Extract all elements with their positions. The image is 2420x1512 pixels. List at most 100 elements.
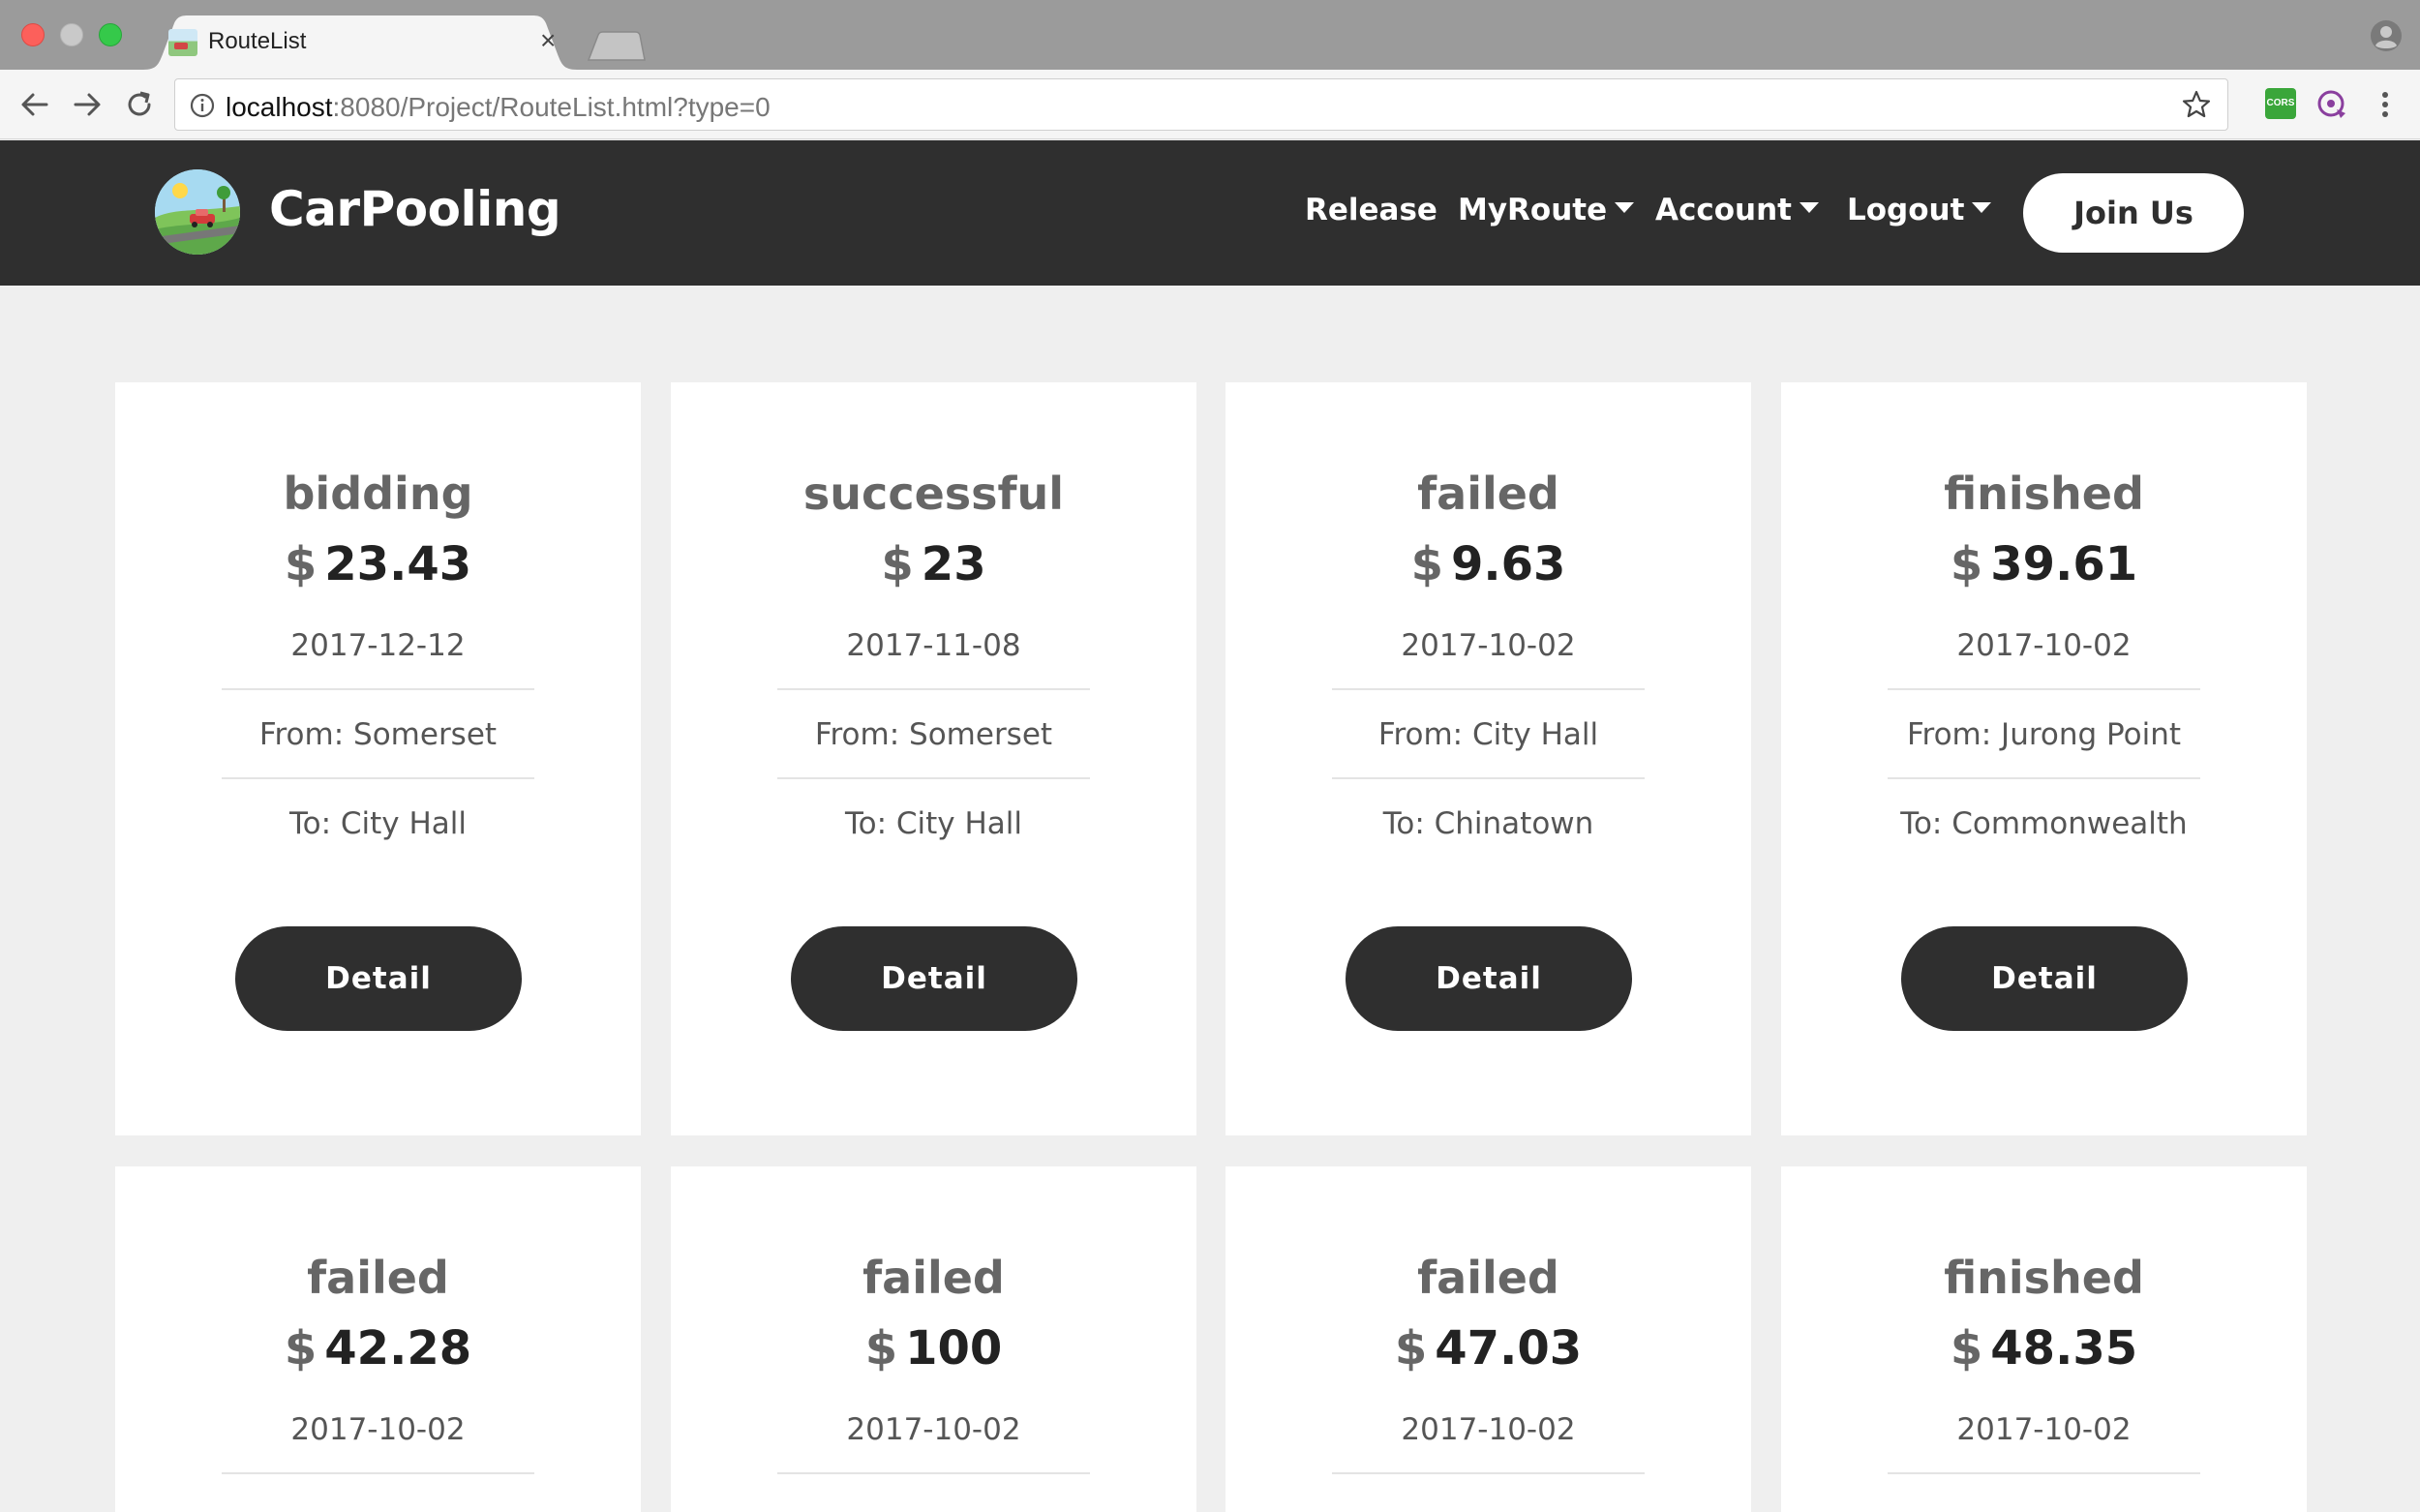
route-price: $42.28 bbox=[115, 1321, 641, 1376]
currency-symbol: $ bbox=[1950, 1321, 1983, 1376]
route-price: $48.35 bbox=[1781, 1321, 2307, 1376]
route-status: failed bbox=[862, 1252, 1005, 1304]
info-icon[interactable] bbox=[189, 92, 216, 119]
forward-arrow-icon[interactable] bbox=[70, 87, 105, 122]
divider bbox=[222, 777, 534, 779]
route-card: failed $47.03 2017-10-02 bbox=[1225, 1166, 1751, 1512]
route-price: $9.63 bbox=[1225, 537, 1751, 591]
route-to: To: City Hall bbox=[844, 806, 1023, 841]
currency-symbol: $ bbox=[864, 1321, 898, 1376]
site-header: CarPooling Release MyRoute Account Logou… bbox=[0, 140, 2420, 286]
divider bbox=[1332, 688, 1645, 690]
route-status: failed bbox=[1417, 468, 1559, 520]
currency-symbol: $ bbox=[284, 1321, 318, 1376]
route-status: successful bbox=[802, 468, 1065, 520]
carpooling-logo[interactable] bbox=[155, 169, 240, 255]
maximize-window-button[interactable] bbox=[99, 23, 122, 46]
price-value: 9.63 bbox=[1450, 537, 1566, 591]
route-to: To: City Hall bbox=[288, 806, 468, 841]
detail-button[interactable]: Detail bbox=[1901, 926, 2188, 1031]
detail-button[interactable]: Detail bbox=[235, 926, 522, 1031]
currency-symbol: $ bbox=[881, 537, 914, 591]
tab-favicon-icon bbox=[168, 29, 197, 56]
nav-account-label: Account bbox=[1655, 193, 1792, 227]
route-status: finished bbox=[1944, 1252, 2144, 1304]
price-value: 23.43 bbox=[324, 537, 472, 591]
browser-menu-icon[interactable] bbox=[2374, 87, 2397, 122]
divider bbox=[1888, 777, 2200, 779]
route-card: failed $100 2017-10-02 bbox=[671, 1166, 1196, 1512]
price-value: 23 bbox=[921, 537, 986, 591]
caret-down-icon bbox=[1972, 202, 1992, 213]
currency-symbol: $ bbox=[284, 537, 318, 591]
price-value: 42.28 bbox=[324, 1321, 472, 1376]
url-path: :8080/Project/RouteList.html?type=0 bbox=[332, 92, 771, 122]
price-value: 48.35 bbox=[1990, 1321, 2138, 1376]
route-to: To: Commonwealth bbox=[1900, 806, 2188, 841]
route-card: finished $39.61 2017-10-02 From: Jurong … bbox=[1781, 382, 2307, 1135]
join-us-button[interactable]: Join Us bbox=[2023, 173, 2244, 253]
nav-release[interactable]: Release bbox=[1305, 193, 1437, 227]
caret-down-icon bbox=[1615, 202, 1635, 213]
tab-title: RouteList bbox=[208, 28, 307, 54]
route-date: 2017-10-02 bbox=[1401, 1412, 1576, 1447]
nav-myroute-label: MyRoute bbox=[1458, 193, 1608, 227]
route-from: From: Somerset bbox=[814, 717, 1053, 752]
nav-myroute[interactable]: MyRoute bbox=[1458, 193, 1635, 227]
new-tab-button[interactable] bbox=[587, 31, 647, 62]
price-value: 47.03 bbox=[1435, 1321, 1583, 1376]
route-status: failed bbox=[307, 1252, 449, 1304]
route-date: 2017-11-08 bbox=[846, 628, 1021, 663]
route-to: To: Chinatown bbox=[1382, 806, 1594, 841]
nav-logout[interactable]: Logout bbox=[1847, 193, 1992, 227]
route-from: From: Jurong Point bbox=[1906, 717, 2182, 752]
route-price: $23.43 bbox=[115, 537, 641, 591]
divider bbox=[222, 1472, 534, 1474]
route-date: 2017-12-12 bbox=[290, 628, 466, 663]
route-status: bidding bbox=[283, 468, 473, 520]
route-date: 2017-10-02 bbox=[290, 1412, 466, 1447]
minimize-window-button[interactable] bbox=[60, 23, 83, 46]
tab-close-icon[interactable]: × bbox=[540, 25, 556, 56]
detail-button[interactable]: Detail bbox=[1346, 926, 1632, 1031]
divider bbox=[777, 777, 1090, 779]
route-card: bidding $23.43 2017-12-12 From: Somerset… bbox=[115, 382, 641, 1135]
route-date: 2017-10-02 bbox=[846, 1412, 1021, 1447]
currency-symbol: $ bbox=[1394, 1321, 1428, 1376]
divider bbox=[777, 688, 1090, 690]
browser-toolbar: localhost:8080/Project/RouteList.html?ty… bbox=[0, 70, 2420, 139]
route-date: 2017-10-02 bbox=[1401, 628, 1576, 663]
extension-icon[interactable] bbox=[2315, 88, 2348, 121]
route-price: $100 bbox=[671, 1321, 1196, 1376]
divider bbox=[222, 688, 534, 690]
price-value: 39.61 bbox=[1990, 537, 2138, 591]
address-bar[interactable]: localhost:8080/Project/RouteList.html?ty… bbox=[174, 78, 2228, 131]
profile-icon[interactable] bbox=[2370, 19, 2403, 52]
brand-name[interactable]: CarPooling bbox=[269, 181, 561, 237]
route-price: $23 bbox=[671, 537, 1196, 591]
route-price: $47.03 bbox=[1225, 1321, 1751, 1376]
close-window-button[interactable] bbox=[21, 23, 45, 46]
route-card: failed $9.63 2017-10-02 From: City Hall … bbox=[1225, 382, 1751, 1135]
route-date: 2017-10-02 bbox=[1956, 628, 2132, 663]
route-from: From: Somerset bbox=[258, 717, 498, 752]
route-card: successful $23 2017-11-08 From: Somerset… bbox=[671, 382, 1196, 1135]
route-status: failed bbox=[1417, 1252, 1559, 1304]
cors-extension-icon[interactable]: CORS bbox=[2265, 88, 2296, 119]
divider bbox=[777, 1472, 1090, 1474]
route-card: failed $42.28 2017-10-02 bbox=[115, 1166, 641, 1512]
logo-landscape-icon bbox=[155, 169, 240, 255]
nav-account[interactable]: Account bbox=[1655, 193, 1819, 227]
nav-logout-label: Logout bbox=[1847, 193, 1965, 227]
reload-icon[interactable] bbox=[122, 87, 157, 122]
bookmark-star-icon[interactable] bbox=[2181, 89, 2212, 120]
route-price: $39.61 bbox=[1781, 537, 2307, 591]
divider bbox=[1888, 688, 2200, 690]
browser-tab-strip: RouteList × bbox=[0, 0, 2420, 70]
route-from: From: City Hall bbox=[1377, 717, 1599, 752]
back-arrow-icon[interactable] bbox=[17, 87, 52, 122]
divider bbox=[1888, 1472, 2200, 1474]
detail-button[interactable]: Detail bbox=[791, 926, 1077, 1031]
url-text[interactable]: localhost:8080/Project/RouteList.html?ty… bbox=[226, 92, 771, 123]
caret-down-icon bbox=[1800, 202, 1819, 213]
